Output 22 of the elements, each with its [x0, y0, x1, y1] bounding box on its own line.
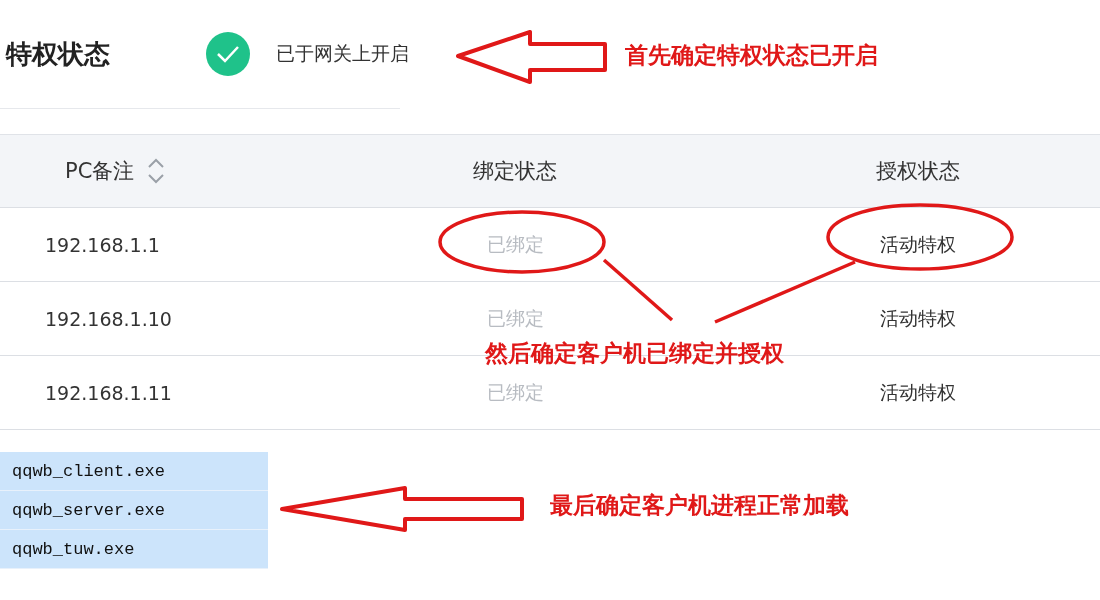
leader-line: [602, 258, 674, 322]
status-text: 已于网关上开启: [276, 41, 409, 66]
table-cell-text: 活动特权: [880, 305, 956, 331]
process-item[interactable]: qqwb_tuw.exe: [0, 530, 268, 569]
table-cell-text: 活动特权: [880, 379, 956, 405]
annotation-text: 然后确定客户机已绑定并授权: [485, 339, 784, 368]
table-cell: 192.168.1.11: [45, 381, 172, 404]
table-cell-text: 已绑定: [486, 379, 544, 405]
section-title: 特权状态: [6, 37, 111, 71]
process-item[interactable]: qqwb_server.exe: [0, 491, 268, 530]
annotation-text: 首先确定特权状态已开启: [625, 41, 878, 70]
table-cell-text: 已绑定: [486, 231, 544, 257]
table-cell: 192.168.1.10: [45, 307, 172, 330]
annotation-text: 最后确定客户机进程正常加载: [550, 491, 849, 520]
table-cell-text: 活动特权: [880, 231, 956, 257]
table-cell: 192.168.1.1: [45, 233, 160, 256]
sort-icon[interactable]: [146, 156, 167, 186]
table-cell-text: 已绑定: [486, 305, 544, 331]
column-header: 授权状态: [876, 158, 960, 185]
column-header[interactable]: PC备注: [65, 157, 135, 185]
column-header: 绑定状态: [473, 158, 557, 185]
process-item[interactable]: qqwb_client.exe: [0, 452, 268, 491]
